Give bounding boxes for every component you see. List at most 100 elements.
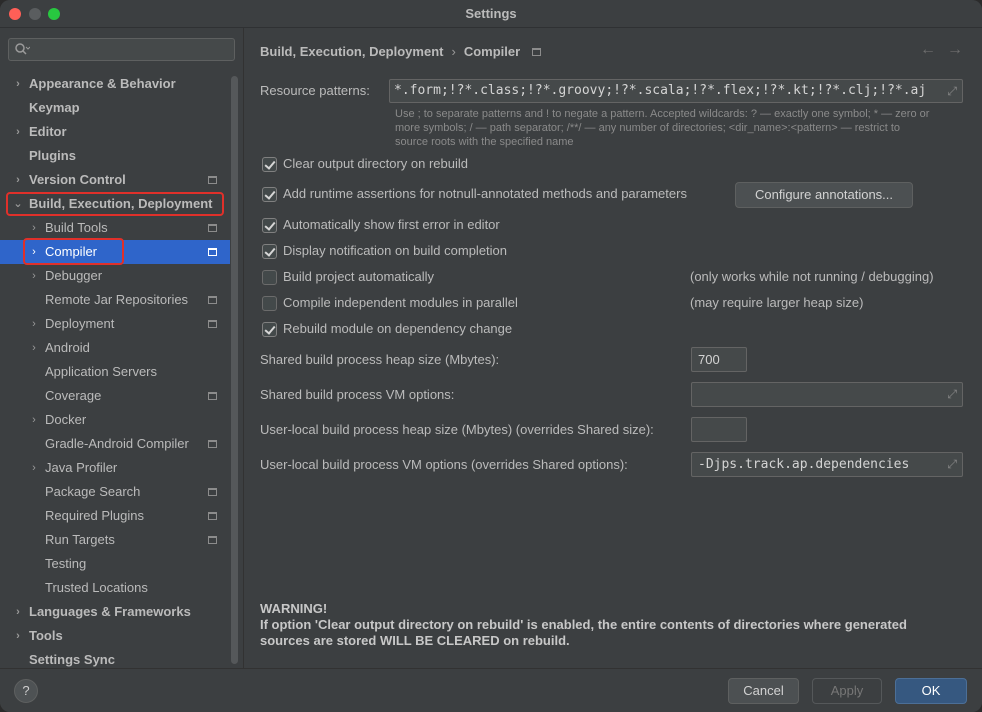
back-arrow-icon[interactable]: ← [920, 41, 936, 59]
sidebar-item-android[interactable]: › Android [0, 336, 230, 360]
sidebar-item-remote-jar-repositories[interactable]: Remote Jar Repositories [0, 288, 230, 312]
sidebar-item-appearance-behavior[interactable]: › Appearance & Behavior [0, 72, 230, 96]
sidebar-item-keymap[interactable]: Keymap [0, 96, 230, 120]
sidebar-item-application-servers[interactable]: Application Servers [0, 360, 230, 384]
chevron-right-icon[interactable]: › [29, 216, 39, 240]
settings-sidebar: › Appearance & Behavior Keymap › Editor … [0, 28, 244, 668]
sidebar-scrollbar[interactable] [231, 76, 238, 664]
build-automatically-note: (only works while not running / debuggin… [690, 269, 934, 284]
sidebar-item-label: Required Plugins [45, 508, 145, 523]
runtime-assertions-checkbox[interactable] [262, 187, 277, 202]
shared-heap-value: 700 [698, 352, 720, 367]
search-input[interactable] [8, 38, 235, 61]
shared-vm-input[interactable]: ⤢ [691, 382, 963, 407]
chevron-right-icon[interactable]: › [13, 120, 23, 144]
compile-parallel-checkbox[interactable] [262, 296, 277, 311]
chevron-right-icon[interactable]: › [29, 456, 39, 480]
sidebar-item-deployment[interactable]: › Deployment [0, 312, 230, 336]
local-vm-input[interactable]: -Djps.track.ap.dependencies ⤢ [691, 452, 963, 477]
settings-window: Settings › Appearance & Behavior Keymap … [0, 0, 982, 712]
resource-patterns-value: *.form;!?*.class;!?*.groovy;!?*.scala;!?… [394, 83, 927, 98]
local-vm-label: User-local build process VM options (ove… [260, 457, 628, 472]
sidebar-item-required-plugins[interactable]: Required Plugins [0, 504, 230, 528]
sidebar-item-docker[interactable]: › Docker [0, 408, 230, 432]
chevron-right-icon[interactable]: › [13, 624, 23, 648]
chevron-right-icon[interactable]: › [13, 600, 23, 624]
build-automatically-checkbox[interactable] [262, 270, 277, 285]
sidebar-item-label: Languages & Frameworks [29, 604, 191, 619]
cancel-button[interactable]: Cancel [728, 678, 799, 704]
sidebar-item-label: Docker [45, 412, 87, 427]
breadcrumb-parent[interactable]: Build, Execution, Deployment [260, 44, 443, 59]
ok-button[interactable]: OK [895, 678, 967, 704]
sidebar-item-label: Editor [29, 124, 67, 139]
sidebar-item-label: Debugger [45, 268, 103, 283]
hint-line: Use ; to separate patterns and ! to nega… [395, 108, 930, 120]
chevron-right-icon[interactable]: › [29, 264, 39, 288]
expand-icon[interactable]: ⤢ [947, 387, 957, 402]
sidebar-item-label: Build, Execution, Deployment [29, 196, 213, 211]
sidebar-item-compiler[interactable]: › Compiler [0, 240, 230, 264]
compile-parallel-note: (may require larger heap size) [690, 295, 864, 310]
sidebar-item-label: Compiler [45, 244, 98, 259]
project-settings-icon [208, 248, 217, 256]
sidebar-item-plugins[interactable]: Plugins [0, 144, 230, 168]
warning-line: sources are stored WILL BE CLEARED on re… [260, 633, 570, 648]
expand-icon[interactable]: ⤢ [947, 457, 957, 472]
resource-patterns-hint: Use ; to separate patterns and ! to nega… [395, 107, 970, 149]
forward-arrow-icon[interactable]: → [947, 41, 963, 59]
display-notification-label: Display notification on build completion [283, 243, 508, 258]
project-settings-icon [208, 392, 217, 400]
sidebar-item-label: Gradle-Android Compiler [45, 436, 189, 451]
apply-button[interactable]: Apply [812, 678, 882, 704]
hint-line: source roots with the specified name [395, 136, 574, 148]
sidebar-item-label: Keymap [29, 100, 80, 115]
sidebar-item-label: Application Servers [45, 364, 157, 379]
sidebar-item-version-control[interactable]: › Version Control [0, 168, 230, 192]
sidebar-item-coverage[interactable]: Coverage [0, 384, 230, 408]
warning-line: If option 'Clear output directory on reb… [260, 617, 907, 632]
chevron-right-icon[interactable]: › [29, 312, 39, 336]
sidebar-item-languages-frameworks[interactable]: › Languages & Frameworks [0, 600, 230, 624]
chevron-down-icon[interactable]: ⌄ [13, 192, 23, 216]
warning-title: WARNING! [260, 601, 328, 616]
rebuild-warning: WARNING! If option 'Clear output directo… [260, 601, 960, 649]
chevron-right-icon[interactable]: › [29, 240, 39, 264]
sidebar-item-run-targets[interactable]: Run Targets [0, 528, 230, 552]
clear-output-checkbox[interactable] [262, 157, 277, 172]
sidebar-item-label: Trusted Locations [45, 580, 148, 595]
sidebar-item-trusted-locations[interactable]: Trusted Locations [0, 576, 230, 600]
chevron-right-icon[interactable]: › [13, 168, 23, 192]
sidebar-item-java-profiler[interactable]: › Java Profiler [0, 456, 230, 480]
help-button[interactable]: ? [14, 679, 38, 703]
breadcrumb: Build, Execution, Deployment › Compiler [260, 44, 542, 62]
show-first-error-checkbox[interactable] [262, 218, 277, 233]
chevron-right-icon[interactable]: › [29, 336, 39, 360]
configure-annotations-button[interactable]: Configure annotations... [735, 182, 913, 208]
sidebar-item-label: Tools [29, 628, 63, 643]
sidebar-item-tools[interactable]: › Tools [0, 624, 230, 648]
shared-vm-label: Shared build process VM options: [260, 387, 455, 402]
local-heap-input[interactable] [691, 417, 747, 442]
sidebar-item-settings-sync[interactable]: Settings Sync [0, 648, 230, 668]
display-notification-checkbox[interactable] [262, 244, 277, 259]
rebuild-dependency-checkbox[interactable] [262, 322, 277, 337]
sidebar-item-debugger[interactable]: › Debugger [0, 264, 230, 288]
rebuild-dependency-label: Rebuild module on dependency change [283, 321, 513, 336]
sidebar-item-gradle-android-compiler[interactable]: Gradle-Android Compiler [0, 432, 230, 456]
project-settings-icon [208, 488, 217, 496]
sidebar-item-label: Appearance & Behavior [29, 76, 176, 91]
shared-heap-input[interactable]: 700 [691, 347, 747, 372]
sidebar-item-testing[interactable]: Testing [0, 552, 230, 576]
project-settings-icon [208, 440, 217, 448]
sidebar-item-build-tools[interactable]: › Build Tools [0, 216, 230, 240]
sidebar-item-build-execution-deployment[interactable]: ⌄ Build, Execution, Deployment [0, 192, 230, 216]
sidebar-item-package-search[interactable]: Package Search [0, 480, 230, 504]
sidebar-item-label: Settings Sync [29, 652, 115, 667]
chevron-right-icon[interactable]: › [29, 408, 39, 432]
chevron-right-icon[interactable]: › [13, 72, 23, 96]
sidebar-item-label: Plugins [29, 148, 76, 163]
sidebar-item-editor[interactable]: › Editor [0, 120, 230, 144]
expand-icon[interactable]: ⤢ [947, 84, 957, 99]
resource-patterns-input[interactable]: *.form;!?*.class;!?*.groovy;!?*.scala;!?… [389, 79, 963, 103]
